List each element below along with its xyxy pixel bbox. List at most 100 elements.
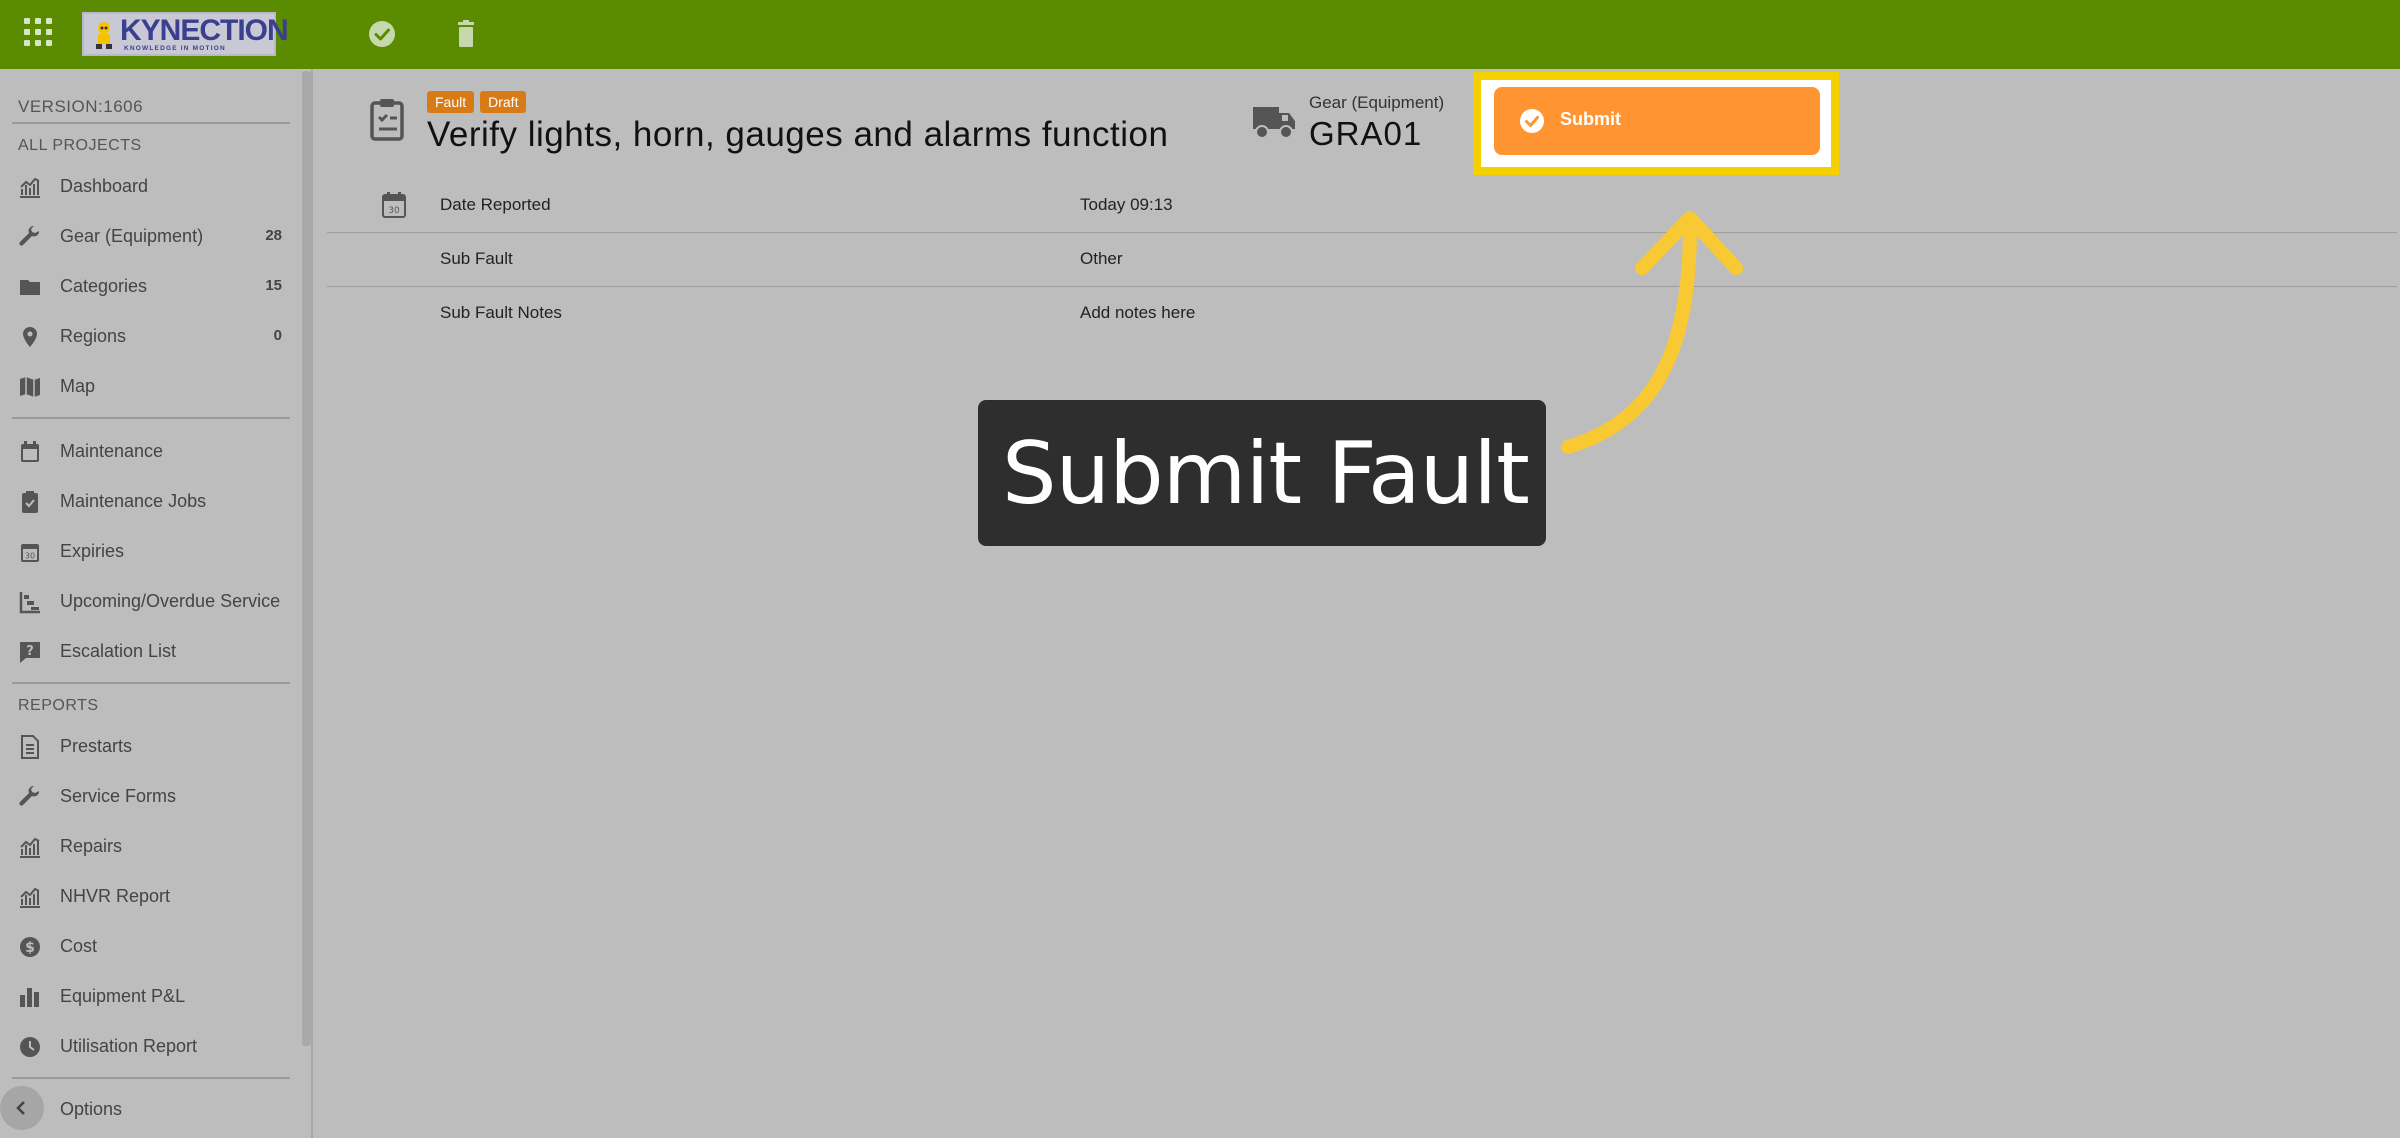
sidebar-item-label: Service Forms	[60, 786, 177, 806]
question-box-icon: ?	[20, 642, 40, 663]
sidebar: VERSION:1606 ALL PROJECTS Dashboard Gear…	[0, 69, 313, 1138]
options-label: Options	[60, 1099, 123, 1119]
divider	[12, 682, 290, 684]
sidebar-item-label: NHVR Report	[60, 886, 171, 906]
sidebar-item-label: Equipment P&L	[60, 986, 186, 1006]
callout-text: Submit Fault	[1002, 424, 1530, 524]
logo-tagline: KNOWLEDGE IN MOTION	[124, 45, 226, 52]
status-badge: Draft	[480, 91, 527, 113]
divider	[12, 417, 290, 419]
submit-button[interactable]: Submit	[1494, 87, 1820, 155]
divider	[12, 1077, 290, 1079]
dollar-circle-icon: $	[20, 937, 40, 957]
truck-icon	[1253, 107, 1295, 139]
detail-row-sub-fault[interactable]: Sub Fault Other	[327, 233, 2397, 287]
sidebar-item-cost[interactable]: $ Cost	[0, 925, 296, 969]
sidebar-item-nhvr-report[interactable]: NHVR Report	[0, 875, 296, 919]
sidebar-item-categories[interactable]: Categories 15	[0, 265, 296, 309]
version-label: VERSION:1606	[18, 97, 144, 116]
detail-value: Other	[1080, 249, 1123, 268]
sidebar-item-expiries[interactable]: 30 Expiries	[0, 530, 296, 574]
sidebar-item-regions[interactable]: Regions 0	[0, 315, 296, 359]
sidebar-scrollbar[interactable]	[302, 71, 311, 1046]
chevron-left-icon	[16, 1101, 25, 1115]
timeline-icon	[19, 592, 40, 614]
detail-row-sub-fault-notes[interactable]: Sub Fault Notes Add notes here	[327, 287, 2397, 341]
apps-icon[interactable]	[24, 18, 52, 46]
sidebar-options[interactable]: Options	[0, 1086, 296, 1136]
sidebar-item-label: Maintenance Jobs	[60, 491, 207, 511]
svg-text:$: $	[25, 940, 35, 956]
sidebar-item-gear[interactable]: Gear (Equipment) 28	[0, 215, 296, 259]
sidebar-item-dashboard[interactable]: Dashboard	[0, 165, 296, 209]
count-badge: 0	[273, 327, 282, 344]
gear-value[interactable]: GRA01	[1309, 115, 1422, 153]
sidebar-item-label: Repairs	[60, 836, 123, 856]
bar-chart-icon	[20, 887, 40, 908]
sidebar-item-label: Map	[60, 376, 96, 396]
sidebar-item-upcoming-overdue[interactable]: Upcoming/Overdue Service	[0, 580, 296, 624]
main-content: Fault Draft Verify lights, horn, gauges …	[313, 69, 2400, 1138]
calendar-30-icon: 30	[382, 192, 406, 218]
folder-icon	[20, 280, 40, 295]
clipboard-list-icon	[370, 99, 404, 141]
sidebar-item-label: Maintenance	[60, 441, 164, 461]
logo-text: KYNECTION	[120, 14, 289, 47]
sidebar-item-maintenance-jobs[interactable]: Maintenance Jobs	[0, 480, 296, 524]
svg-text:30: 30	[25, 552, 35, 561]
sidebar-item-equipment-pl[interactable]: Equipment P&L	[0, 975, 296, 1019]
detail-key: Sub Fault Notes	[440, 303, 562, 322]
clock-icon	[20, 1037, 40, 1057]
sidebar-item-label: Prestarts	[60, 736, 133, 756]
map-icon	[20, 377, 40, 397]
trash-icon[interactable]	[450, 18, 482, 50]
sidebar-item-maintenance[interactable]: Maintenance	[0, 430, 296, 474]
sidebar-item-repairs[interactable]: Repairs	[0, 825, 296, 869]
sidebar-item-label: Categories	[60, 276, 148, 296]
section-all-projects: ALL PROJECTS	[18, 137, 142, 154]
tutorial-callout: Submit Fault	[978, 400, 1546, 546]
document-icon	[21, 735, 39, 759]
sidebar-item-service-forms[interactable]: Service Forms	[0, 775, 296, 819]
count-badge: 28	[265, 227, 282, 244]
count-badge: 15	[265, 277, 282, 294]
sidebar-item-label: Expiries	[60, 541, 125, 561]
collapse-button[interactable]	[0, 1086, 44, 1130]
sidebar-item-label: Regions	[60, 326, 127, 346]
map-pin-icon	[23, 327, 37, 347]
sidebar-item-prestarts[interactable]: Prestarts	[0, 725, 296, 769]
kynection-logo[interactable]: KYNECTION KNOWLEDGE IN MOTION	[82, 12, 289, 56]
sidebar-item-escalation[interactable]: ? Escalation List	[0, 630, 296, 674]
check-circle-icon	[1520, 109, 1544, 133]
status-badges: Fault Draft	[427, 91, 527, 113]
sidebar-item-utilisation[interactable]: Utilisation Report	[0, 1025, 296, 1069]
top-bar: KYNECTION KNOWLEDGE IN MOTION	[0, 0, 2400, 69]
gear-label: Gear (Equipment)	[1309, 93, 1445, 112]
sidebar-item-map[interactable]: Map	[0, 365, 296, 409]
sidebar-item-label: Escalation List	[60, 641, 177, 661]
sidebar-item-label: Dashboard	[60, 176, 149, 196]
notes-input[interactable]: Add notes here	[1080, 303, 1195, 323]
submit-label: Submit	[1560, 109, 1621, 129]
calendar-icon	[21, 441, 39, 462]
clipboard-check-icon	[22, 491, 38, 513]
svg-text:?: ?	[26, 644, 34, 659]
bar-chart-solid-icon	[20, 988, 39, 1007]
wrench-icon	[19, 225, 40, 246]
detail-key: Sub Fault	[440, 249, 513, 268]
check-circle-icon[interactable]	[366, 18, 398, 50]
detail-key: Date Reported	[440, 195, 551, 214]
page-title: Verify lights, horn, gauges and alarms f…	[427, 115, 1169, 154]
sidebar-item-label: Gear (Equipment)	[60, 226, 204, 246]
detail-value: Today 09:13	[1080, 195, 1173, 214]
detail-row-date-reported[interactable]: 30 Date Reported Today 09:13	[327, 179, 2397, 233]
sidebar-item-label: Upcoming/Overdue Service	[60, 591, 281, 611]
status-badge: Fault	[427, 91, 475, 113]
svg-text:30: 30	[388, 206, 400, 216]
wrench-icon	[19, 785, 40, 806]
sidebar-item-label: Cost	[60, 936, 98, 956]
divider	[12, 122, 290, 124]
calendar-30-icon: 30	[21, 544, 39, 562]
section-reports: REPORTS	[18, 697, 99, 714]
pointer-arrow-icon	[1561, 211, 1743, 454]
